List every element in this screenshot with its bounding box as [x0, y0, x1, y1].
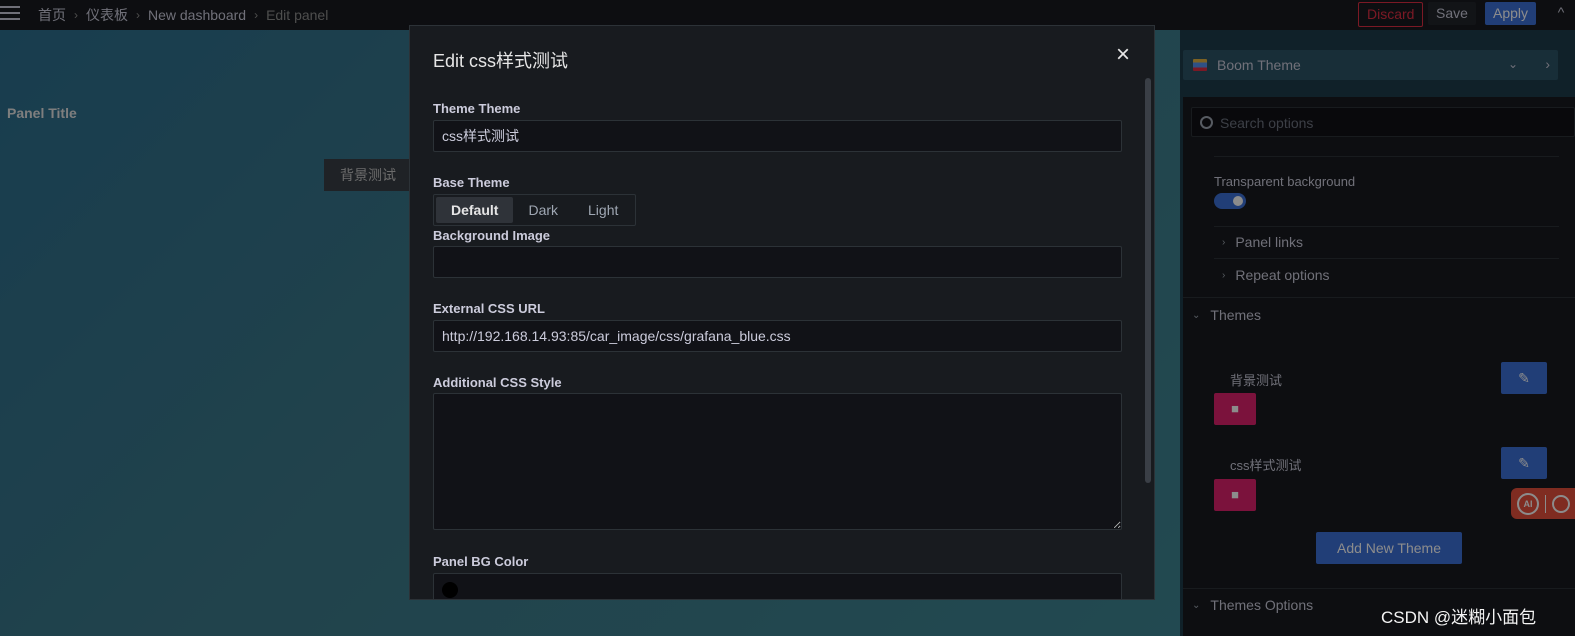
theme-name-input[interactable]	[433, 120, 1122, 152]
watermark: CSDN @迷糊小面包	[1381, 608, 1537, 627]
additional-css-label: Additional CSS Style	[433, 375, 562, 390]
base-theme-radio-group: Default Dark Light	[433, 194, 637, 226]
base-theme-light[interactable]: Light	[573, 197, 633, 223]
panel-bg-color-label: Panel BG Color	[433, 554, 529, 569]
panel-bg-color-input[interactable]	[433, 573, 1122, 599]
close-icon[interactable]: ×	[1112, 43, 1134, 67]
background-image-label: Background Image	[433, 228, 551, 243]
additional-css-textarea[interactable]	[433, 393, 1122, 530]
theme-name-label: Theme Theme	[433, 101, 521, 116]
scrollbar[interactable]	[1145, 78, 1151, 483]
external-css-label: External CSS URL	[433, 301, 545, 316]
modal-title: Edit css样式测试	[433, 51, 569, 71]
base-theme-dark[interactable]: Dark	[513, 197, 573, 223]
external-css-input[interactable]	[433, 320, 1122, 352]
base-theme-label: Base Theme	[433, 175, 510, 190]
edit-theme-modal: Edit css样式测试 × Theme Theme Base Theme De…	[409, 25, 1155, 600]
background-image-input[interactable]	[433, 246, 1122, 278]
color-swatch[interactable]	[442, 582, 458, 598]
base-theme-default[interactable]: Default	[436, 197, 514, 223]
